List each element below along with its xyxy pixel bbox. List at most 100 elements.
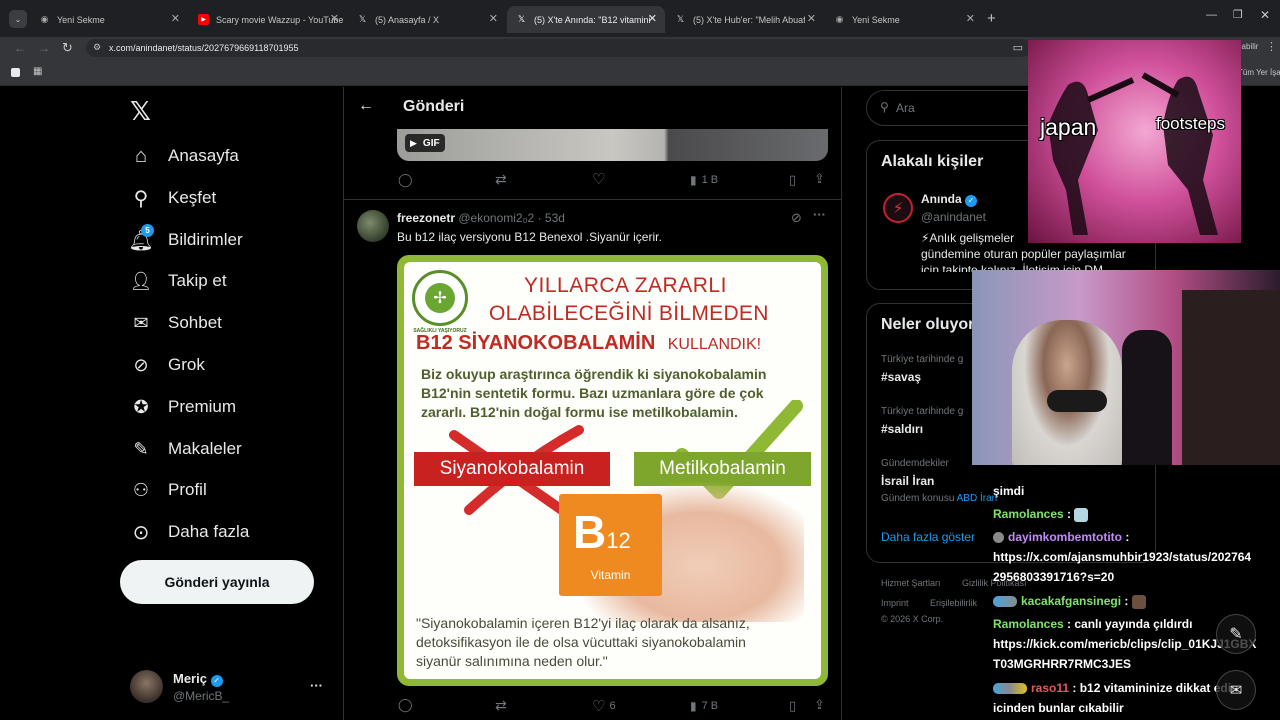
close-icon[interactable]: ✕ — [648, 12, 657, 25]
tab-4[interactable]: 𝕏 (5) X'te Hub'er: "Melih Abuaf'ın ✕ — [666, 6, 824, 33]
apps-grid-icon[interactable]: ▦ — [33, 66, 42, 77]
tab-2[interactable]: 𝕏 (5) Anasayfa / X ✕ — [348, 6, 506, 33]
tab-strip: ⌄ ◉ Yeni Sekme ✕ ▶ Scary movie Wazzup - You… — [0, 0, 1280, 37]
reply-icon[interactable]: ◯ — [398, 172, 413, 188]
sidebar-item-articles[interactable]: ✎ Makaleler — [129, 434, 241, 464]
tab-0[interactable]: ◉ Yeni Sekme ✕ — [30, 6, 188, 33]
share-icon[interactable]: ⇪ — [814, 697, 825, 713]
bookmark-square-icon[interactable] — [11, 68, 20, 77]
more-icon: ⊙ — [132, 521, 150, 544]
trends-title: Neler oluyor — [881, 316, 975, 333]
tweet-author[interactable]: freezonetr @ekonomi2₀2 · 53d — [397, 211, 565, 225]
forward-icon[interactable]: → — [38, 41, 50, 55]
new-tab-button[interactable]: + — [987, 10, 996, 27]
footer-copyright: © 2026 X Corp. — [881, 614, 944, 624]
sidebar-item-grok[interactable]: ⊘ Grok — [129, 350, 204, 380]
close-icon[interactable]: ✕ — [966, 12, 975, 25]
cast-icon[interactable]: ▭ — [1013, 41, 1023, 54]
previous-tweet-media[interactable]: ▶ GIF — [397, 129, 828, 161]
sidebar-item-notifications[interactable]: 🔔︎ 5 Bildirimler — [128, 224, 243, 255]
chat-message: kacakafgansinegi : — [993, 594, 1146, 609]
account-switcher[interactable]: Meriç ✓ @MericB_ ··· — [130, 668, 330, 708]
related-handle: @anindanet — [921, 210, 986, 224]
reload-icon[interactable]: ↻ — [62, 40, 73, 56]
bookmark-icon[interactable]: ▯ — [789, 698, 796, 714]
meme-text-left: japan — [1040, 114, 1097, 140]
sidebar-item-more[interactable]: ⊙ Daha fazla — [129, 517, 250, 547]
page-title: Gönderi — [403, 98, 465, 115]
footer-imprint[interactable]: Imprint — [881, 598, 909, 608]
compose-float-icon[interactable]: ✎ — [1216, 614, 1256, 654]
search-icon: ⚲ — [133, 187, 149, 210]
like-icon[interactable]: ♡ — [592, 170, 605, 188]
close-icon[interactable]: ✕ — [330, 12, 339, 25]
meme-overlay: japan footsteps — [1028, 40, 1241, 243]
address-bar[interactable]: ⚙ x.com/anindanet/status/202767966911870… — [86, 39, 1031, 57]
badge-icon — [993, 683, 1027, 695]
shelf — [1182, 290, 1280, 465]
grok-explain-icon[interactable]: ⊘ — [791, 210, 802, 226]
maximize-icon[interactable]: ❐ — [1233, 8, 1243, 21]
back-icon[interactable]: ← — [14, 41, 26, 55]
microphone — [1047, 390, 1107, 412]
profile-badge[interactable]: ilabilir — [1238, 42, 1258, 51]
chat-message: Ramolances : canlı yayında çıldırdı — [993, 617, 1193, 631]
label-methylcobalamin: Metilkobalamin — [634, 452, 811, 486]
related-name[interactable]: Anında ✓ — [921, 192, 978, 207]
sidebar-item-explore[interactable]: ⚲ Keşfet — [129, 183, 217, 213]
views-stat[interactable]: ▮ 7 B — [690, 699, 718, 713]
chrome-icon: ◉ — [40, 14, 49, 24]
browser-menu-icon[interactable]: ⋮ — [1266, 40, 1277, 53]
tab-1[interactable]: ▶ Scary movie Wazzup - YouTube ✕ — [189, 6, 347, 33]
messages-float-icon[interactable]: ✉︎ — [1216, 670, 1256, 710]
account-more-icon[interactable]: ··· — [310, 678, 323, 693]
close-icon[interactable]: ✕ — [171, 12, 180, 25]
sidebar-item-profile[interactable]: ⚇ Profil — [129, 475, 207, 505]
sidebar-item-home[interactable]: ⌂ Anasayfa — [129, 141, 239, 171]
tweet-avatar[interactable] — [357, 210, 389, 242]
post-button[interactable]: Gönderi yayınla — [120, 560, 314, 604]
window-close-icon[interactable]: ✕ — [1260, 8, 1270, 22]
sidebar-item-follow[interactable]: 👤︎ Takip et — [129, 266, 227, 296]
close-icon[interactable]: ✕ — [807, 12, 816, 25]
play-icon: ▶ — [410, 137, 417, 148]
search-placeholder: Ara — [896, 101, 915, 115]
reply-icon[interactable]: ◯ — [398, 697, 413, 713]
minimize-icon[interactable]: — — [1206, 9, 1217, 21]
account-name: Meriç ✓ — [173, 671, 223, 687]
avatar — [130, 670, 163, 703]
headline-2: OLABİLECEĞİNİ BİLMEDEN — [489, 302, 769, 325]
gif-badge: ▶ GIF — [405, 134, 445, 152]
close-icon[interactable]: ✕ — [489, 12, 498, 25]
main-right-border — [841, 87, 842, 720]
bookmark-icon[interactable]: ▯ — [789, 172, 796, 188]
tab-5[interactable]: ◉ Yeni Sekme ✕ — [825, 6, 983, 33]
site-info-icon[interactable]: ⚙ — [93, 42, 101, 53]
tweet-more-icon[interactable]: ··· — [813, 207, 826, 222]
webcam-overlay — [972, 270, 1280, 465]
like-stat[interactable]: ♡ 6 — [592, 697, 616, 715]
tweet-image[interactable]: ✢ SAĞLIKLI YAŞIYORUZ YILLARCA ZARARLI OL… — [397, 255, 828, 686]
tweet-time: · 53d — [537, 211, 565, 225]
footer-accessibility[interactable]: Erişilebilirlik — [930, 598, 977, 608]
back-arrow-icon[interactable]: ← — [358, 97, 374, 115]
youtube-icon: ▶ — [198, 14, 209, 25]
tab-search-button[interactable]: ⌄ — [9, 10, 27, 28]
bell-icon: 🔔︎ 5 — [128, 224, 154, 252]
footer-terms[interactable]: Hizmet Şartları — [881, 578, 941, 588]
share-icon[interactable]: ⇪ — [814, 171, 825, 187]
related-avatar[interactable]: ⚡ — [883, 193, 913, 223]
sidebar-item-chat[interactable]: ✉︎ Sohbet — [129, 308, 221, 338]
sidebar-item-premium[interactable]: ✪ Premium — [129, 392, 236, 422]
badge-icon — [993, 532, 1004, 544]
account-handle: @MericB_ — [173, 689, 230, 703]
tab-3[interactable]: 𝕏 (5) X'te Anında: "B12 vitamini ol ✕ — [507, 6, 665, 33]
retweet-icon[interactable]: ⇄ — [495, 171, 507, 188]
x-logo-icon[interactable]: 𝕏 — [130, 96, 151, 127]
all-bookmarks[interactable]: Tüm Yer İşaretleri — [1238, 68, 1280, 77]
views-stat[interactable]: ▮ 1 B — [690, 173, 718, 187]
verified-icon: ✓ — [965, 195, 978, 207]
retweet-icon[interactable]: ⇄ — [495, 697, 507, 714]
x-icon: 𝕏 — [676, 14, 685, 24]
show-more-link[interactable]: Daha fazla göster — [881, 530, 975, 544]
